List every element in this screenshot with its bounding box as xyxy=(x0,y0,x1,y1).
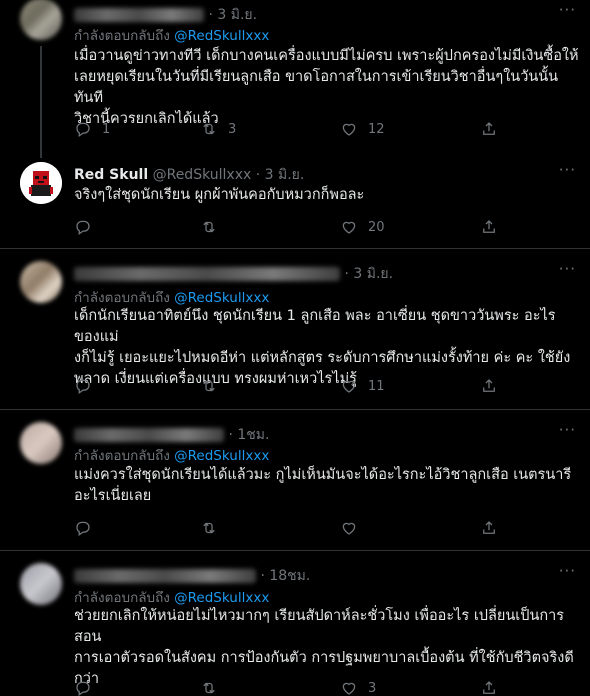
mention-link[interactable]: @RedSkullxxx xyxy=(174,590,269,606)
thread-line xyxy=(40,46,42,158)
author-handle[interactable]: @RedSkullxxx xyxy=(153,167,252,183)
more-icon[interactable]: ··· xyxy=(559,161,576,179)
share-button[interactable] xyxy=(480,377,498,395)
tweet-actions: 20 xyxy=(74,218,514,238)
retweet-button[interactable] xyxy=(200,679,228,696)
like-button[interactable]: 11 xyxy=(340,377,385,395)
tweet-text: แม่งควรใส่ชุดนักเรียนได้แล้วมะ กูไม่เห็น… xyxy=(74,467,572,504)
share-button[interactable] xyxy=(480,679,498,696)
tweet-header: · 3 มิ.ย. xyxy=(74,263,393,285)
tweet-actions: 3 xyxy=(74,679,514,696)
tweet[interactable]: · 1ชม. ··· กำลังตอบกลับถึง @RedSkullxxx … xyxy=(0,410,590,550)
tweet[interactable]: · 3 มิ.ย. ··· กำลังตอบกลับถึง @RedSkullx… xyxy=(0,249,590,409)
share-icon xyxy=(483,379,495,392)
retweet-button[interactable]: 3 xyxy=(200,120,236,138)
tweet-header: Red Skull @RedSkullxxx · 3 มิ.ย. xyxy=(74,164,304,186)
avatar[interactable] xyxy=(20,0,62,40)
tweet[interactable]: · 18ชม. ··· กำลังตอบกลับถึง @RedSkullxxx… xyxy=(0,551,590,696)
reply-button[interactable]: 1 xyxy=(74,120,110,138)
reply-icon xyxy=(76,521,90,536)
replying-to: กำลังตอบกลับถึง @RedSkullxxx xyxy=(74,590,270,606)
avatar[interactable] xyxy=(20,563,62,605)
author-name-redacted[interactable] xyxy=(74,267,340,281)
like-icon xyxy=(342,123,356,136)
retweet-button[interactable] xyxy=(200,218,228,236)
share-icon xyxy=(483,220,495,233)
tweet-time[interactable]: · 3 มิ.ย. xyxy=(344,266,393,282)
like-button[interactable]: 3 xyxy=(340,679,376,696)
share-icon xyxy=(483,681,495,694)
retweet-icon xyxy=(203,123,215,135)
tweet-time[interactable]: · 1ชม. xyxy=(228,427,269,443)
mention-link[interactable]: @RedSkullxxx xyxy=(174,290,269,306)
tweet-text: จริงๆใส่ชุดนักเรียน ผูกผ้าพันคอกับหมวกก็… xyxy=(74,187,365,203)
tweet-actions xyxy=(74,519,514,539)
avatar[interactable] xyxy=(20,261,62,303)
author-name[interactable]: Red Skull xyxy=(74,167,148,183)
reply-button[interactable] xyxy=(74,218,102,236)
tweet-header: · 1ชม. xyxy=(74,424,269,446)
more-icon[interactable]: ··· xyxy=(559,562,576,580)
like-button[interactable]: 20 xyxy=(340,218,385,236)
retweet-icon xyxy=(203,682,215,694)
replying-to: กำลังตอบกลับถึง @RedSkullxxx xyxy=(74,28,270,44)
tweet-actions: 11 xyxy=(74,377,514,397)
like-icon xyxy=(342,682,356,695)
tweet-feed: · 3 มิ.ย. ··· กำลังตอบกลับถึง @RedSkullx… xyxy=(0,0,590,696)
replying-to: กำลังตอบกลับถึง @RedSkullxxx xyxy=(74,290,270,306)
tweet-time[interactable]: · 3 มิ.ย. xyxy=(208,7,257,23)
tweet-time[interactable]: · 3 มิ.ย. xyxy=(256,167,305,183)
share-button[interactable] xyxy=(480,519,498,537)
author-name-redacted[interactable] xyxy=(74,428,224,442)
red-skull-avatar-icon xyxy=(20,162,62,204)
share-button[interactable] xyxy=(480,218,498,236)
more-icon[interactable]: ··· xyxy=(559,1,576,19)
reply-button[interactable] xyxy=(74,679,102,696)
retweet-icon xyxy=(203,221,215,233)
mention-link[interactable]: @RedSkullxxx xyxy=(174,448,269,464)
tweet-text: เมื่อวานดูข่าวทางทีวี เด็กบางคนเครื่องแบ… xyxy=(74,48,579,127)
share-button[interactable] xyxy=(480,120,498,138)
author-name-redacted[interactable] xyxy=(74,8,204,22)
tweet-time[interactable]: · 18ชม. xyxy=(260,568,310,584)
author-name-redacted[interactable] xyxy=(74,569,256,583)
tweet-header: · 18ชม. xyxy=(74,565,310,587)
mention-link[interactable]: @RedSkullxxx xyxy=(174,28,269,44)
replying-to: กำลังตอบกลับถึง @RedSkullxxx xyxy=(74,448,270,464)
share-icon xyxy=(483,122,495,135)
reply-icon xyxy=(76,122,90,137)
like-icon xyxy=(342,221,356,234)
tweet[interactable]: Red Skull @RedSkullxxx · 3 มิ.ย. ··· จริ… xyxy=(0,148,590,248)
retweet-icon xyxy=(203,380,215,392)
tweet[interactable]: · 3 มิ.ย. ··· กำลังตอบกลับถึง @RedSkullx… xyxy=(0,0,590,158)
reply-icon xyxy=(76,681,90,696)
retweet-button[interactable] xyxy=(200,377,228,395)
tweet-actions: 1 3 12 xyxy=(74,120,514,140)
reply-button[interactable] xyxy=(74,377,102,395)
like-button[interactable] xyxy=(340,519,368,537)
like-icon xyxy=(342,522,356,535)
avatar[interactable] xyxy=(20,162,62,204)
more-icon[interactable]: ··· xyxy=(559,260,576,278)
tweet-text: ช่วยยกเลิกให้หน่อยไม่ไหวมากๆ เรียนสัปดาห… xyxy=(74,608,574,687)
retweet-icon xyxy=(203,522,215,534)
retweet-button[interactable] xyxy=(200,519,228,537)
reply-icon xyxy=(76,379,90,394)
reply-button[interactable] xyxy=(74,519,102,537)
like-icon xyxy=(342,380,356,393)
tweet-header: · 3 มิ.ย. xyxy=(74,4,257,26)
avatar[interactable] xyxy=(20,422,62,464)
share-icon xyxy=(483,521,495,534)
more-icon[interactable]: ··· xyxy=(559,421,576,439)
like-button[interactable]: 12 xyxy=(340,120,385,138)
reply-icon xyxy=(76,220,90,235)
